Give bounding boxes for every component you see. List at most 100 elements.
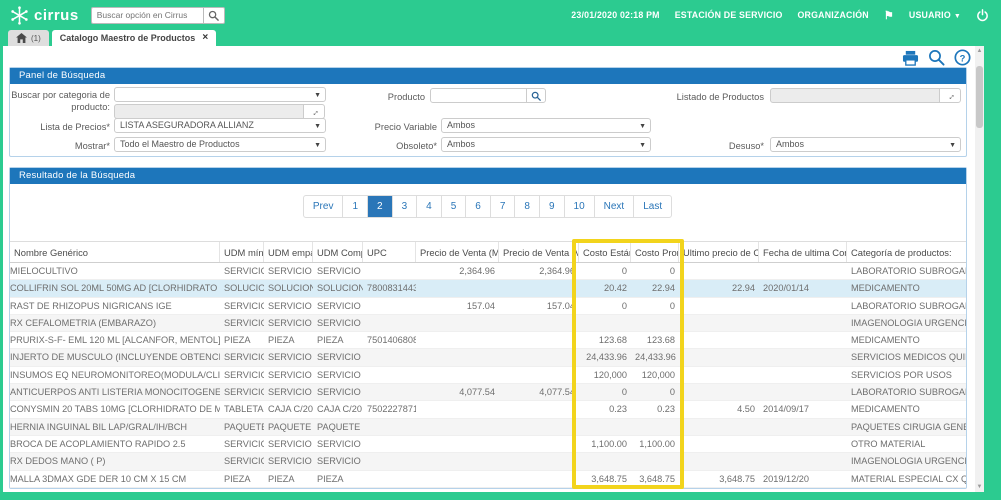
product-list-expand-button[interactable]: ↔: [939, 88, 961, 103]
table-cell: [679, 436, 759, 452]
disuse-select[interactable]: Ambos ▼: [770, 137, 961, 152]
product-list-field[interactable]: [770, 88, 940, 103]
pagination: Prev 1 2 3 4 5 6 7 8 9 10 Next Last: [10, 195, 966, 218]
header-organization-menu[interactable]: ORGANIZACIÓN: [798, 10, 869, 20]
table-cell: SERVICIO: [317, 387, 361, 398]
price-list-select[interactable]: LISTA ASEGURADORA ALLIANZ ▼: [114, 118, 326, 133]
table-row[interactable]: COLLIFRIN SOL 20ML 50MG AD [CLORHIDRATO …: [10, 280, 966, 298]
scroll-down-icon[interactable]: ▼: [975, 484, 984, 490]
product-input[interactable]: [430, 88, 527, 103]
obsolete-select[interactable]: Ambos ▼: [441, 137, 651, 152]
printer-icon[interactable]: [902, 50, 919, 66]
app-logo[interactable]: cirrus: [10, 5, 79, 25]
table-row[interactable]: RX CEFALOMETRIA (EMBARAZO) SERVICIO SERVIC…: [10, 314, 966, 333]
table-cell: MIELOCULTIVO: [10, 266, 78, 276]
page-button-8[interactable]: 8: [514, 195, 540, 218]
table-row[interactable]: INSUMOS EQ NEUROMONITOREO(MODULA/CLIP/SO…: [10, 366, 966, 385]
page-button-7[interactable]: 7: [489, 195, 516, 218]
header-station-menu[interactable]: ESTACIÓN DE SERVICIO: [675, 10, 783, 20]
page-button-5[interactable]: 5: [440, 195, 467, 218]
table-cell: [759, 384, 847, 400]
global-search-button[interactable]: [202, 6, 225, 24]
close-icon[interactable]: ×: [202, 33, 208, 43]
table-cell: MEDICAMENTO: [851, 283, 920, 294]
svg-text:?: ?: [960, 53, 966, 64]
table-cell: [759, 367, 847, 383]
category-select[interactable]: ▼: [114, 87, 326, 102]
table-cell: SERVICIO: [317, 456, 361, 467]
column-header[interactable]: UDM Compra: [313, 242, 363, 262]
table-cell: [759, 315, 847, 331]
global-search-input[interactable]: [90, 6, 203, 24]
table-row[interactable]: MIELOCULTIVO SERVICIO SERVICIO SERVICIO 2,36…: [10, 263, 966, 281]
table-row[interactable]: RAST DE RHIZOPUS NIGRICANS IGE SERVICIO SE…: [10, 297, 966, 315]
show-select[interactable]: Todo el Maestro de Productos ▼: [114, 137, 326, 152]
column-header[interactable]: Costo Promedio: [631, 242, 679, 262]
column-header[interactable]: Nombre Genérico: [10, 242, 220, 262]
table-cell: CONYSMIN 20 TABS 10MG [CLORHIDRATO DE ME…: [10, 404, 220, 415]
table-cell: [416, 436, 499, 452]
table-cell: SERVICIO: [317, 369, 361, 380]
tab-catalogo-maestro[interactable]: Catalogo Maestro de Productos ×: [51, 30, 217, 46]
page-button-4[interactable]: 4: [416, 195, 442, 218]
column-header[interactable]: Fecha de ultima Compra: [759, 242, 847, 262]
table-cell: [499, 471, 579, 487]
obsolete-label: Obsoleto*: [396, 141, 437, 151]
table-cell: [416, 367, 499, 383]
help-circle-icon[interactable]: ?: [954, 49, 971, 66]
page-button-3[interactable]: 3: [391, 195, 418, 218]
page-button-9[interactable]: 9: [538, 195, 565, 218]
table-row[interactable]: ANTICUERPOS ANTI LISTERIA MONOCITOGENES …: [10, 384, 966, 402]
table-cell: [363, 349, 416, 365]
table-row[interactable]: PRURIX-S-F- EML 120 ML [ALCANFOR, MENTOL…: [10, 332, 966, 350]
table-cell: 0: [621, 300, 627, 311]
table-cell: [759, 332, 847, 348]
page-button-last[interactable]: Last: [633, 195, 673, 218]
page-button-prev[interactable]: Prev: [302, 195, 344, 218]
table-cell: [631, 453, 679, 469]
category-expand-button[interactable]: ↔: [303, 104, 325, 119]
table-cell: [679, 332, 759, 348]
table-cell: [679, 453, 759, 469]
column-header[interactable]: UDM mínima: [220, 242, 264, 262]
table-cell: PAQUETE: [268, 421, 312, 432]
scrollbar-thumb[interactable]: [976, 66, 983, 128]
table-cell: SERVICIO: [268, 300, 312, 311]
table-cell: TABLETA: [224, 404, 264, 415]
table-row[interactable]: BROCA DE ACOPLAMIENTO RAPIDO 2.5 SERVICIO…: [10, 435, 966, 454]
table-row[interactable]: RX DEDOS MANO ( P) SERVICIO SERVICIO SERVIC…: [10, 453, 966, 471]
variable-price-select[interactable]: Ambos ▼: [441, 118, 651, 133]
table-cell: SERVICIO: [224, 266, 264, 276]
column-header[interactable]: Precio de Venta (Mínima): [416, 242, 499, 262]
column-header[interactable]: Costo Estándar: [579, 242, 631, 262]
column-header[interactable]: UPC: [363, 242, 416, 262]
column-header[interactable]: Precio de Venta (Volumen): [499, 242, 579, 262]
page-button-6[interactable]: 6: [465, 195, 491, 218]
table-cell: 4,077.54: [539, 387, 575, 398]
flag-icon[interactable]: ⚑: [884, 9, 894, 22]
table-cell: 0.23: [609, 404, 627, 415]
table-row[interactable]: HERNIA INGUINAL BIL LAP/GRAL/IH/BCH PAQUE…: [10, 418, 966, 436]
scroll-up-icon[interactable]: ▲: [975, 48, 984, 54]
page-button-2[interactable]: 2: [367, 195, 393, 218]
table-cell: [363, 315, 416, 331]
column-header[interactable]: Ultimo precio de Compra: [679, 242, 759, 262]
page-button-10[interactable]: 10: [563, 195, 595, 218]
magnifier-icon[interactable]: [928, 49, 945, 66]
table-row[interactable]: CONYSMIN 20 TABS 10MG [CLORHIDRATO DE ME…: [10, 401, 966, 419]
table-cell: 2020/01/14: [763, 283, 809, 294]
category-value-field[interactable]: [114, 104, 304, 119]
product-search-button[interactable]: [526, 88, 546, 103]
table-row[interactable]: MALLA 3DMAX GDE DER 10 CM X 15 CM PIEZA PI…: [10, 470, 966, 488]
header-user-menu[interactable]: USUARIO ▼: [909, 10, 961, 20]
table-cell: [363, 471, 416, 487]
column-header[interactable]: Categoría de productos:: [847, 242, 966, 262]
page-button-next[interactable]: Next: [593, 195, 635, 218]
table-cell: 0: [621, 266, 627, 276]
tab-home[interactable]: (1): [8, 30, 49, 46]
power-icon[interactable]: [976, 8, 989, 22]
vertical-scrollbar[interactable]: ▲ ▼: [975, 46, 984, 492]
page-button-1[interactable]: 1: [342, 195, 369, 218]
column-header[interactable]: UDM empaque: [264, 242, 313, 262]
table-row[interactable]: INJERTO DE MUSCULO (INCLUYENDE OBTENCION…: [10, 349, 966, 367]
